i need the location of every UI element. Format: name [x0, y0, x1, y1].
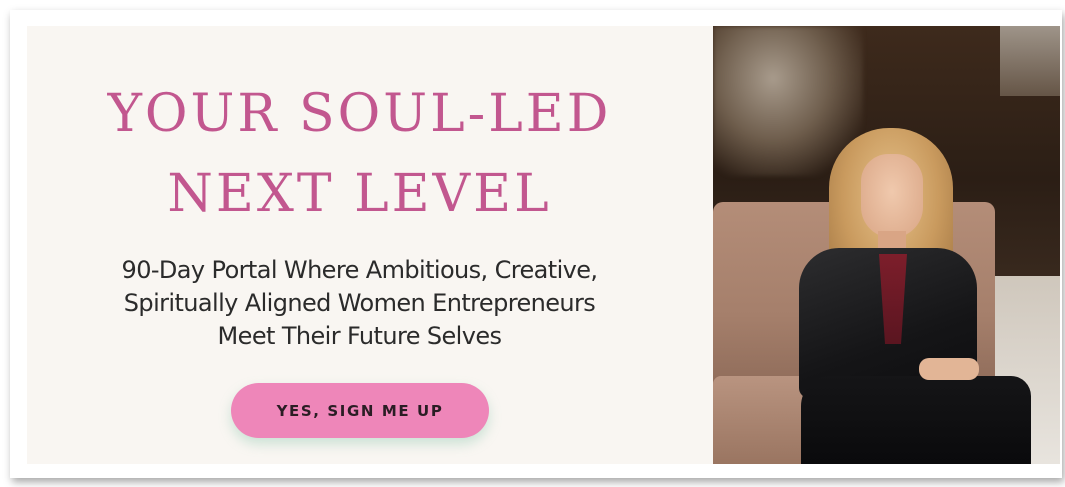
woman-hands	[919, 358, 979, 380]
banner-text-panel: YOUR SOUL-LED NEXT LEVEL 90-Day Portal W…	[27, 26, 712, 464]
woman-face	[861, 154, 923, 238]
sign-up-button[interactable]: YES, SIGN ME UP	[231, 383, 489, 438]
subheadline-line-1: 90-Day Portal Where Ambitious, Creative,	[121, 256, 599, 284]
promo-banner: YOUR SOUL-LED NEXT LEVEL 90-Day Portal W…	[27, 26, 1060, 464]
subheadline-line-2: Spiritually Aligned Women Entrepreneurs	[123, 289, 596, 317]
photo-background-window-right	[1000, 26, 1060, 96]
subheadline-line-3: Meet Their Future Selves	[217, 322, 502, 350]
hero-photo	[713, 26, 1060, 464]
woman-legs	[801, 376, 1031, 464]
headline-line-1: YOUR SOUL-LED	[107, 84, 612, 144]
headline-line-2: NEXT LEVEL	[167, 164, 552, 224]
